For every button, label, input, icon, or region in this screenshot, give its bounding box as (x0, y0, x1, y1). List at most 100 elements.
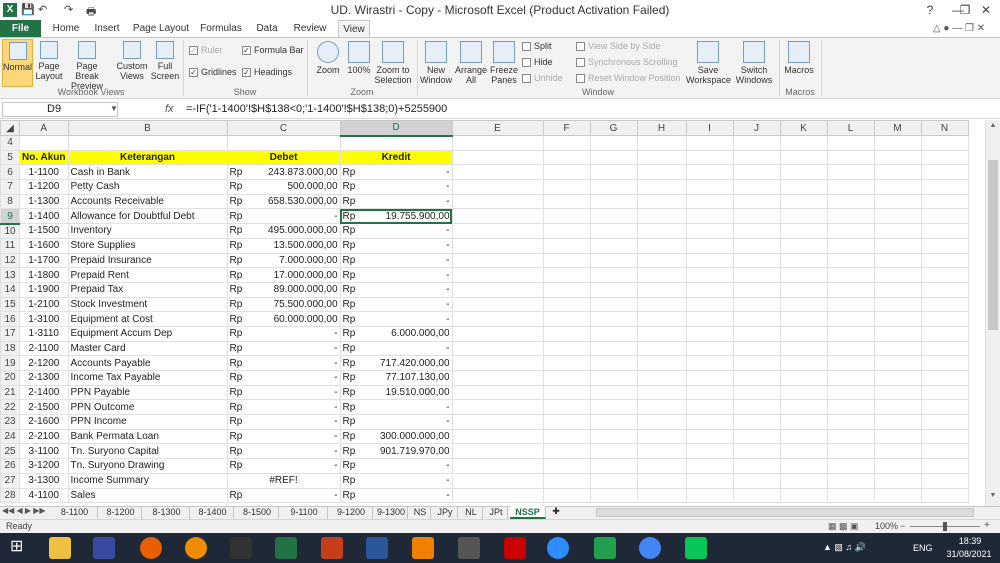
cell-account-number[interactable]: 1-3100 (19, 311, 69, 327)
scroll-thumb[interactable] (988, 160, 998, 330)
horizontal-scrollbar[interactable] (596, 508, 974, 517)
cell[interactable] (732, 355, 781, 371)
cell-debet[interactable]: Rp - (226, 355, 341, 371)
cell-kredit[interactable]: Rp 901.719.970,00 (339, 443, 453, 460)
cell[interactable] (920, 414, 969, 430)
cell[interactable] (339, 135, 453, 151)
tab-formulas[interactable]: Formulas (196, 20, 246, 37)
tab-page-layout[interactable]: Page Layout (130, 20, 192, 37)
cell-debet[interactable]: Rp - (226, 399, 341, 416)
cell-kredit[interactable]: Rp 717.420.000,00 (339, 355, 453, 371)
cell[interactable] (920, 281, 969, 298)
cell[interactable] (779, 487, 828, 504)
cell[interactable] (451, 208, 544, 225)
cell[interactable] (589, 472, 638, 489)
cell[interactable] (920, 399, 969, 416)
cell-account-number[interactable]: 4-1100 (19, 487, 69, 504)
sheet-tab-8-1400[interactable]: 8-1400 (192, 506, 234, 519)
cell-debet[interactable]: Rp 75.500.000,00 (226, 296, 341, 313)
chrome-icon[interactable] (639, 537, 661, 559)
cell[interactable] (779, 428, 828, 445)
row-header[interactable]: 21 (0, 384, 20, 401)
cell[interactable] (873, 164, 922, 181)
cell[interactable] (636, 443, 687, 460)
cell[interactable] (542, 164, 591, 181)
cell[interactable] (732, 237, 781, 254)
cell[interactable] (451, 443, 544, 460)
cell[interactable] (920, 487, 969, 504)
cell[interactable] (636, 237, 687, 254)
cell[interactable] (451, 252, 544, 269)
sheet-nav-arrows-icon[interactable]: ◀◀ ◀ ▶ ▶▶ (2, 506, 46, 515)
column-header[interactable]: J (732, 120, 781, 136)
header-debet[interactable]: Debet (226, 149, 341, 166)
cell[interactable] (873, 428, 922, 445)
cell[interactable] (542, 414, 591, 430)
cell-account-number[interactable]: 2-1400 (19, 384, 69, 401)
cell[interactable] (589, 355, 638, 371)
unhide-button[interactable]: Unhide (522, 73, 563, 84)
cell[interactable] (636, 311, 687, 327)
sheet-tab-8-1200[interactable]: 8-1200 (100, 506, 142, 519)
cell-kredit[interactable]: Rp - (339, 414, 453, 430)
cell-description[interactable]: Store Supplies (67, 237, 228, 254)
cell[interactable] (451, 223, 544, 239)
custom-views-button[interactable]: Custom Views (114, 39, 150, 87)
page-break-preview-button[interactable]: Page Break Preview (64, 39, 110, 91)
cell[interactable] (685, 164, 734, 181)
cell[interactable] (920, 223, 969, 239)
cell[interactable] (685, 428, 734, 445)
column-header[interactable]: L (826, 120, 875, 136)
cell[interactable] (636, 355, 687, 371)
cell[interactable] (779, 370, 828, 386)
cell[interactable] (636, 223, 687, 239)
cell-kredit[interactable]: Rp 19.510.000,00 (339, 384, 453, 401)
cell[interactable] (732, 325, 781, 342)
cell[interactable] (542, 296, 591, 313)
cell[interactable] (589, 428, 638, 445)
column-header-selected[interactable]: D (339, 120, 453, 137)
cell[interactable] (542, 472, 591, 489)
cell[interactable] (685, 414, 734, 430)
cell[interactable] (451, 355, 544, 371)
cell[interactable] (826, 325, 875, 342)
cell[interactable] (636, 399, 687, 416)
cell[interactable] (873, 370, 922, 386)
column-header[interactable]: E (451, 120, 544, 136)
cell[interactable] (732, 399, 781, 416)
cell[interactable] (636, 428, 687, 445)
cell[interactable] (826, 384, 875, 401)
zoom-level[interactable]: 100% (875, 521, 898, 531)
row-header[interactable]: 4 (0, 135, 20, 151)
cell[interactable] (873, 208, 922, 225)
zoom-app-icon[interactable] (547, 537, 569, 559)
cell[interactable] (732, 428, 781, 445)
help-icon[interactable]: ? (916, 0, 944, 20)
cell[interactable] (685, 193, 734, 210)
cell[interactable] (451, 487, 544, 504)
cell-account-number[interactable]: 1-1200 (19, 179, 69, 195)
close-button[interactable]: ✕ (972, 0, 1000, 20)
row-header[interactable]: 19 (0, 355, 20, 371)
formula-input[interactable]: =-IF('1-1400'!$H$138<0;'1-1400'!$H$138;0… (186, 103, 447, 115)
cell[interactable] (779, 237, 828, 254)
office-2019-icon[interactable] (93, 537, 115, 559)
row-header[interactable]: 26 (0, 458, 20, 474)
cell-description[interactable]: Prepaid Tax (67, 281, 228, 298)
cell[interactable] (826, 340, 875, 357)
column-header[interactable]: H (636, 120, 687, 136)
cell[interactable] (732, 384, 781, 401)
cell-description[interactable]: Petty Cash (67, 179, 228, 195)
powerpoint-icon[interactable] (321, 537, 343, 559)
cell-description[interactable]: PPN Outcome (67, 399, 228, 416)
cell[interactable] (732, 164, 781, 181)
cell[interactable] (779, 164, 828, 181)
cell[interactable] (732, 149, 781, 166)
cell[interactable] (685, 281, 734, 298)
cell-debet[interactable]: Rp - (226, 370, 341, 386)
cell-kredit[interactable]: Rp - (339, 179, 453, 195)
column-header[interactable]: C (226, 120, 341, 136)
tab-file[interactable]: File (0, 20, 41, 37)
cell[interactable] (589, 340, 638, 357)
sheet-tab-jpt[interactable]: JPt (485, 506, 508, 519)
